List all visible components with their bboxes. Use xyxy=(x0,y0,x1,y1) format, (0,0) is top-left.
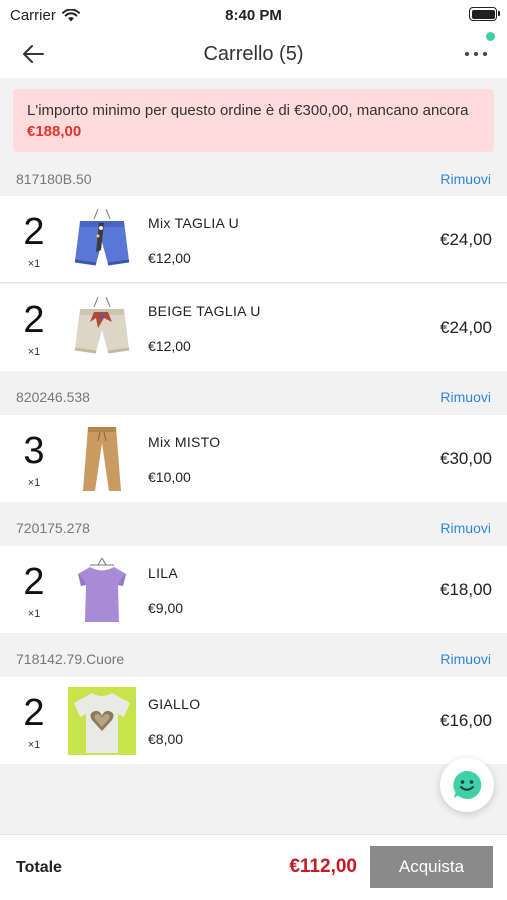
item-multiplier: ×1 xyxy=(27,739,41,751)
item-unit-price: €9,00 xyxy=(148,600,184,616)
item-unit-price: €10,00 xyxy=(148,469,191,485)
beige-shorts-image xyxy=(68,294,136,362)
back-button[interactable] xyxy=(18,39,48,69)
total-label: Totale xyxy=(16,859,62,876)
notification-dot xyxy=(486,32,495,41)
chat-smile-icon xyxy=(453,770,482,799)
more-dot-icon xyxy=(465,52,469,56)
checkout-footer: Totale €112,00 Acquista xyxy=(0,834,507,900)
chat-support-button[interactable] xyxy=(440,758,494,812)
item-name: Mix TAGLIA U xyxy=(148,215,239,231)
item-quantity: 2 xyxy=(23,299,45,341)
item-unit-price: €8,00 xyxy=(148,731,184,747)
item-name: LILA xyxy=(148,565,178,581)
minimum-order-alert: L'importo minimo per questo ordine è di … xyxy=(13,89,494,152)
remove-button[interactable]: Rimuovi xyxy=(440,651,491,667)
heart-tshirt-image xyxy=(68,687,136,755)
blue-shorts-image xyxy=(68,206,136,274)
cart-item[interactable]: 2 ×1 LILA €9,00 €18,00 xyxy=(0,546,507,633)
back-arrow-icon xyxy=(23,45,44,63)
camel-pants-image xyxy=(68,425,136,493)
status-bar: Carrier 8:40 PM xyxy=(0,0,507,30)
more-dot-icon xyxy=(474,52,478,56)
more-dot-icon xyxy=(483,52,487,56)
cart-item[interactable]: 2 ×1 BEIGE TAGLIA U €12,00 €24,00 xyxy=(0,284,507,371)
item-name: BEIGE TAGLIA U xyxy=(148,303,261,319)
remove-button[interactable]: Rimuovi xyxy=(440,171,491,187)
item-multiplier: ×1 xyxy=(27,608,41,620)
total-value: €112,00 xyxy=(289,856,357,877)
item-unit-price: €12,00 xyxy=(148,338,191,354)
item-multiplier: ×1 xyxy=(27,258,41,270)
item-multiplier: ×1 xyxy=(27,477,41,489)
item-total-price: €24,00 xyxy=(440,230,492,249)
item-unit-price: €12,00 xyxy=(148,250,191,266)
item-quantity: 2 xyxy=(23,692,45,734)
product-code: 720175.278 xyxy=(16,519,90,536)
item-total-price: €30,00 xyxy=(440,449,492,468)
page-title: Carrello (5) xyxy=(203,42,304,65)
item-total-price: €18,00 xyxy=(440,580,492,599)
item-total-price: €24,00 xyxy=(440,318,492,337)
cart-group-header: 820246.538 Rimuovi xyxy=(0,375,507,418)
product-code: 820246.538 xyxy=(16,388,90,405)
item-quantity: 2 xyxy=(23,211,45,253)
carrier-label: Carrier xyxy=(10,6,56,24)
buy-button[interactable]: Acquista xyxy=(370,846,493,888)
product-code: 817180B.50 xyxy=(16,170,92,187)
item-multiplier: ×1 xyxy=(27,346,41,358)
alert-message: L'importo minimo per questo ordine è di … xyxy=(27,102,469,119)
cart-group-header: 817180B.50 Rimuovi xyxy=(0,157,507,200)
item-total-price: €16,00 xyxy=(440,711,492,730)
item-name: GIALLO xyxy=(148,696,201,712)
alert-missing-amount: €188,00 xyxy=(27,123,82,140)
item-quantity: 3 xyxy=(23,430,45,472)
item-quantity: 2 xyxy=(23,561,45,603)
remove-button[interactable]: Rimuovi xyxy=(440,520,491,536)
wifi-icon xyxy=(61,8,80,21)
battery-icon xyxy=(469,7,500,21)
carrier-indicator: Carrier xyxy=(10,7,80,24)
more-options-button[interactable] xyxy=(459,39,493,69)
nav-bar: Carrello (5) xyxy=(0,30,507,78)
cart-item[interactable]: 3 ×1 Mix MISTO €10,00 €30,00 xyxy=(0,415,507,502)
product-code: 718142.79.Cuore xyxy=(16,650,125,667)
remove-button[interactable]: Rimuovi xyxy=(440,389,491,405)
item-name: Mix MISTO xyxy=(148,434,221,450)
cart-item[interactable]: 2 ×1 Mix TAGLIA U €12,00 €24,00 xyxy=(0,196,507,283)
cart-item[interactable]: 2 ×1 GIALLO €8,00 €16,00 xyxy=(0,677,507,764)
cart-group-header: 720175.278 Rimuovi xyxy=(0,506,507,549)
cart-group-header: 718142.79.Cuore Rimuovi xyxy=(0,637,507,680)
lilac-top-image xyxy=(68,556,136,624)
